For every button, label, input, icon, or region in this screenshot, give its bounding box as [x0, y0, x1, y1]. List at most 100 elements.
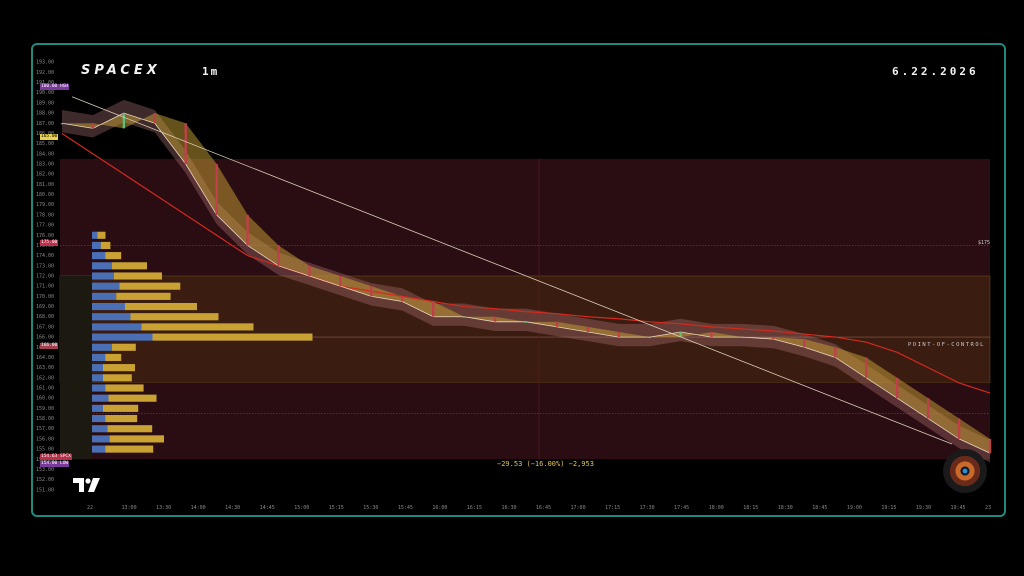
price-chart[interactable]: 193.00192.00191.00190.00189.00188.00187.…	[0, 0, 1024, 576]
y-tick-label: 166.00	[36, 335, 54, 341]
volume-profile-bar-gold	[130, 313, 219, 321]
candle	[215, 164, 218, 215]
level-175-tag: $175	[978, 240, 991, 246]
y-tick-label: 157.00	[36, 426, 54, 432]
x-tick-label: 16:15	[467, 505, 482, 511]
price-label-poc: 166.00	[40, 343, 59, 349]
volume-profile-bar-gold	[116, 292, 171, 300]
candle	[524, 321, 528, 323]
volume-profile-bar-blue	[92, 323, 142, 331]
y-tick-label: 173.00	[36, 263, 54, 269]
volume-profile-bar-blue	[92, 435, 110, 443]
x-tick-label: 19:00	[847, 505, 862, 511]
price-label-mid: 165.00	[40, 134, 59, 140]
y-tick-label: 161.00	[36, 386, 54, 392]
volume-profile-bar-blue	[92, 302, 125, 311]
candle	[370, 286, 373, 297]
volume-profile-bar-gold	[105, 353, 122, 362]
y-tick-label: 180.00	[36, 192, 54, 198]
lower-zone	[60, 382, 990, 460]
y-tick-label: 169.00	[36, 304, 54, 310]
x-tick-label: 18:00	[709, 505, 724, 511]
volume-profile-bar-blue	[92, 313, 131, 321]
x-tick-label: 19:15	[881, 505, 896, 511]
x-tick-label: 15:30	[363, 505, 378, 511]
x-tick-label: 22	[87, 505, 93, 511]
volume-profile-bar-blue	[92, 272, 114, 280]
price-label-top: 180.00 HGH	[40, 84, 70, 90]
candle	[246, 214, 249, 246]
candle	[462, 316, 466, 318]
eye-avatar-icon	[943, 449, 987, 493]
y-tick-label: 177.00	[36, 223, 54, 229]
x-tick-label: 13:00	[122, 505, 137, 511]
y-tick-label: 190.00	[36, 90, 54, 96]
price-label-red: 175.00	[40, 240, 59, 246]
x-tick-label: 17:15	[605, 505, 620, 511]
volume-profile-bar-gold	[125, 302, 197, 311]
x-tick-label: 19:30	[916, 505, 931, 511]
x-tick-label: 13:30	[156, 505, 171, 511]
y-tick-label: 160.00	[36, 396, 54, 402]
poc-label: POINT-OF-CONTROL	[908, 342, 985, 348]
volume-profile-bar-blue	[92, 394, 109, 402]
volume-profile-bar-blue	[92, 425, 108, 433]
tradingview-logo-icon[interactable]	[73, 478, 103, 492]
volume-profile-bar-gold	[119, 282, 181, 290]
candle	[926, 398, 930, 419]
candle	[648, 337, 651, 339]
x-tick-label: 17:45	[674, 505, 689, 511]
price-label-low: 154.00 LOW	[40, 461, 70, 467]
volume-profile-bar-gold	[105, 252, 122, 260]
x-tick-label: 15:15	[329, 505, 344, 511]
candle	[184, 123, 187, 164]
y-tick-label: 156.00	[36, 436, 54, 442]
x-tick-label: 16:45	[536, 505, 551, 511]
x-tick-label: 14:00	[191, 505, 206, 511]
y-tick-label: 182.00	[36, 172, 54, 178]
candle	[401, 296, 404, 302]
volume-profile-bar-gold	[105, 414, 138, 423]
y-tick-label: 162.00	[36, 375, 54, 381]
volume-profile-bar-blue	[92, 262, 112, 270]
volume-profile-bar-blue	[92, 292, 117, 300]
y-tick-label: 163.00	[36, 365, 54, 371]
volume-profile-bar-blue	[92, 445, 106, 453]
candle	[988, 438, 992, 454]
y-tick-label: 172.00	[36, 274, 54, 280]
price-label-last: 154.63 SPCX	[40, 454, 72, 460]
x-tick-label: 17:30	[640, 505, 655, 511]
volume-profile-bar-gold	[105, 384, 144, 392]
y-tick-label: 185.00	[36, 141, 54, 147]
volume-profile-bar-blue	[92, 353, 106, 362]
y-tick-label: 189.00	[36, 100, 54, 106]
y-tick-label: 153.00	[36, 467, 54, 473]
x-tick-label: 14:45	[260, 505, 275, 511]
candle	[555, 321, 559, 327]
volume-profile-bar-gold	[97, 231, 106, 239]
candle	[493, 316, 497, 322]
session-start-shade	[60, 276, 92, 460]
interval-label[interactable]: 1m	[202, 65, 219, 78]
y-tick-label: 170.00	[36, 294, 54, 300]
volume-profile-bar-gold	[114, 272, 162, 280]
y-tick-label: 151.00	[36, 487, 54, 493]
y-tick-label: 184.00	[36, 151, 54, 157]
y-tick-label: 159.00	[36, 406, 54, 412]
x-tick-label: 15:00	[294, 505, 309, 511]
y-tick-label: 155.00	[36, 447, 54, 453]
measure-readout: −29.53 (−16.00%) −2,953	[497, 460, 594, 468]
y-tick-label: 181.00	[36, 182, 54, 188]
candle	[91, 123, 95, 129]
x-tick-label: 23	[985, 505, 991, 511]
volume-profile-bar-blue	[92, 252, 106, 260]
y-tick-label: 179.00	[36, 202, 54, 208]
volume-profile-bar-blue	[92, 404, 103, 412]
volume-profile-bar-gold	[107, 425, 153, 433]
volume-profile-bar-blue	[92, 333, 153, 341]
y-tick-label: 152.00	[36, 477, 54, 483]
y-tick-label: 174.00	[36, 253, 54, 259]
candle	[153, 113, 156, 124]
y-tick-label: 176.00	[36, 233, 54, 239]
y-tick-label: 158.00	[36, 416, 54, 422]
